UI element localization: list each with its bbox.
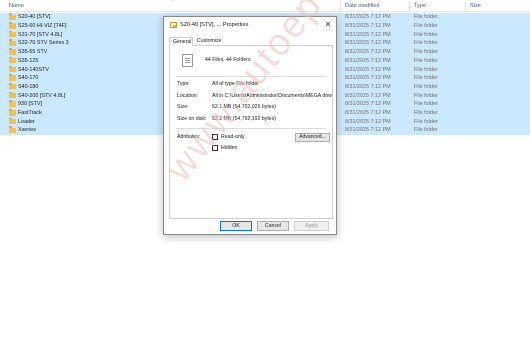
column-divider[interactable] (409, 1, 410, 11)
folder-name: S40-180 (18, 83, 39, 90)
date-modified: 8/31/2025 7:12 PM (345, 40, 391, 47)
folder-name: S35-65 STV (18, 49, 48, 56)
item-type: File folder (414, 57, 438, 64)
size-label: Size: (177, 104, 189, 110)
folder-name: S40-170 (18, 75, 39, 82)
folder-icon (9, 21, 16, 29)
type-label: Type: (177, 81, 190, 87)
apply-button[interactable]: Apply (294, 221, 329, 231)
date-modified: 8/31/2025 7:12 PM (345, 109, 391, 116)
folder-icon (9, 108, 16, 116)
tab-general[interactable]: General (169, 37, 193, 46)
date-modified: 8/31/2025 7:12 PM (345, 57, 391, 64)
item-type: File folder (414, 118, 438, 125)
item-type: File folder (414, 31, 438, 38)
folder-name: FastTrack (18, 109, 42, 116)
folder-name: S25-60 HI-VIZ [T4F] (18, 23, 67, 30)
folder-name: Loader (18, 118, 35, 125)
folder-name: S40-200 [STV 4.8L] (18, 92, 66, 99)
date-modified: 8/31/2025 7:12 PM (345, 23, 391, 30)
cancel-button[interactable]: Cancel (257, 221, 289, 231)
folder-icon (9, 74, 16, 81)
folder-icon (9, 56, 16, 64)
item-type: File folder (414, 101, 438, 108)
date-modified: 8/31/2025 7:12 PM (345, 31, 391, 38)
column-name[interactable]: Name (9, 3, 24, 9)
folder-icon (9, 126, 16, 133)
item-type: File folder (414, 66, 438, 73)
item-type: File folder (414, 23, 438, 30)
date-modified: 8/31/2025 7:12 PM (345, 83, 391, 90)
date-modified: 8/31/2025 7:12 PM (345, 66, 391, 73)
item-type: File folder (414, 14, 438, 21)
folder-icon (9, 100, 16, 107)
sort-indicator-icon: ^ (172, 0, 175, 5)
date-modified: 8/31/2025 7:12 PM (345, 49, 391, 56)
folder-name: S31-70 [STV 4.8L] (18, 31, 63, 38)
column-size[interactable]: Size (470, 3, 481, 9)
folder-name: S32-70 STV Series 3 (18, 40, 69, 47)
folder-icon (9, 117, 16, 125)
advanced-button[interactable]: Advanced... (295, 133, 330, 142)
close-button[interactable]: ✕ (323, 20, 333, 30)
date-modified: 8/31/2025 7:12 PM (345, 14, 391, 21)
folder-icon (9, 39, 16, 47)
date-modified: 8/31/2025 7:12 PM (345, 101, 391, 108)
folder-icon (9, 91, 16, 99)
item-type: File folder (414, 75, 438, 82)
folder-name: S40-140STV (18, 66, 49, 73)
date-modified: 8/31/2025 7:12 PM (345, 127, 391, 134)
item-type: File folder (414, 127, 438, 134)
date-modified: 8/31/2025 7:12 PM (345, 75, 391, 82)
item-type: File folder (414, 49, 438, 56)
folder-icon (9, 65, 16, 73)
folder-name: 930 [STV] (18, 101, 42, 108)
ok-button[interactable]: OK (220, 221, 252, 231)
date-modified: 8/31/2025 7:12 PM (345, 92, 391, 99)
column-header: ^ Name Date modified Type Size (0, 0, 530, 12)
location-label: Location: (177, 93, 199, 99)
folder-name: S20-40 [STV] (18, 14, 51, 21)
item-type: File folder (414, 109, 438, 116)
multiple-files-icon (182, 54, 193, 67)
item-type: File folder (414, 40, 438, 47)
column-divider[interactable] (340, 1, 341, 11)
column-divider[interactable] (465, 1, 466, 11)
folder-name: Xseries (18, 127, 36, 134)
column-type[interactable]: Type (414, 3, 426, 9)
folder-icon (9, 13, 16, 20)
item-type: File folder (414, 92, 438, 99)
date-modified: 8/31/2025 7:12 PM (345, 118, 391, 125)
folder-icon (9, 30, 16, 38)
folder-name: S35-125 (18, 57, 39, 64)
column-date-modified[interactable]: Date modified (345, 3, 380, 9)
item-type: File folder (414, 83, 438, 90)
folder-icon (9, 48, 16, 55)
folder-icon (9, 82, 16, 90)
dialog-title: S20-40 [STV], ... Properties (180, 22, 249, 28)
folder-properties-icon (170, 22, 177, 28)
